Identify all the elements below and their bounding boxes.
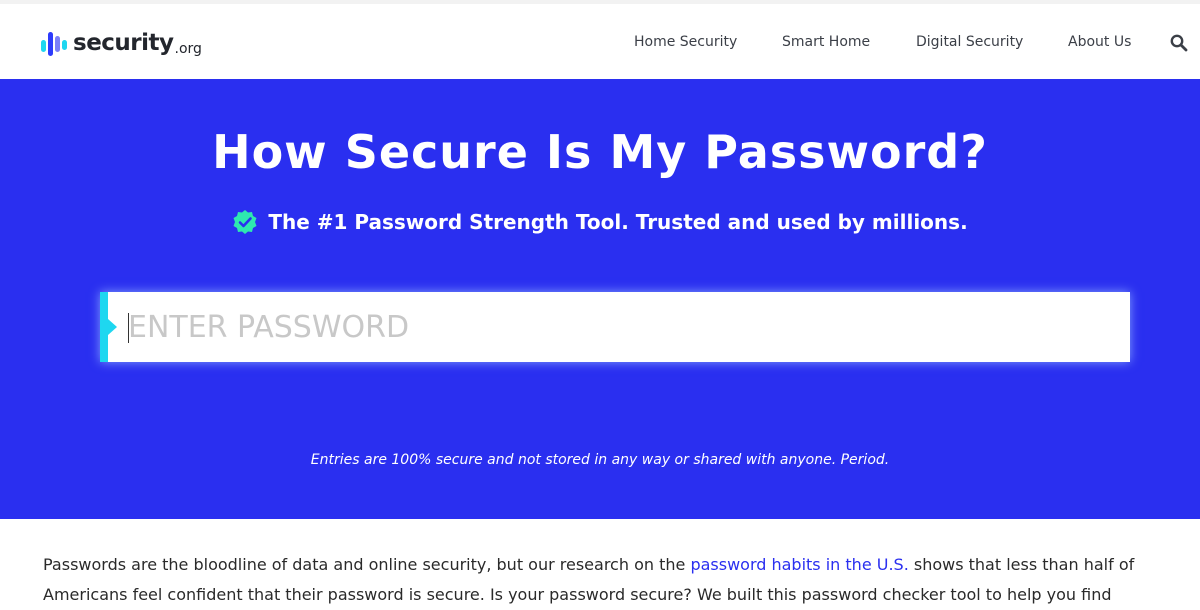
password-input[interactable] [128, 292, 1118, 362]
hero-subtitle: The #1 Password Strength Tool. Trusted a… [0, 209, 1200, 235]
check-badge-icon [233, 210, 257, 234]
nav-about-us[interactable]: About Us [1068, 34, 1131, 50]
site-header: security .org Home Security Smart Home D… [0, 0, 1200, 79]
caret-right-icon [108, 319, 117, 335]
intro-paragraph: Passwords are the bloodline of data and … [43, 550, 1193, 610]
password-habits-link[interactable]: password habits in the U.S. [690, 555, 908, 574]
logo-mark-icon [41, 27, 69, 61]
privacy-note: Entries are 100% secure and not stored i… [310, 452, 890, 468]
page-title: How Secure Is My Password? [212, 125, 988, 179]
password-field-accent [100, 292, 108, 362]
password-field-wrapper [100, 292, 1130, 362]
search-icon[interactable] [1170, 34, 1188, 52]
site-logo[interactable]: security .org [41, 26, 202, 62]
hero-section: How Secure Is My Password? The #1 Passwo… [0, 79, 1200, 519]
logo-wordmark: security [73, 29, 174, 56]
nav-digital-security[interactable]: Digital Security [916, 34, 1023, 50]
nav-smart-home[interactable]: Smart Home [782, 34, 870, 50]
intro-text-start: Passwords are the bloodline of data and … [43, 555, 691, 574]
nav-home-security[interactable]: Home Security [634, 34, 737, 50]
hero-subtitle-text: The #1 Password Strength Tool. Trusted a… [268, 210, 968, 234]
logo-tld: .org [174, 41, 202, 57]
text-cursor [128, 313, 129, 343]
